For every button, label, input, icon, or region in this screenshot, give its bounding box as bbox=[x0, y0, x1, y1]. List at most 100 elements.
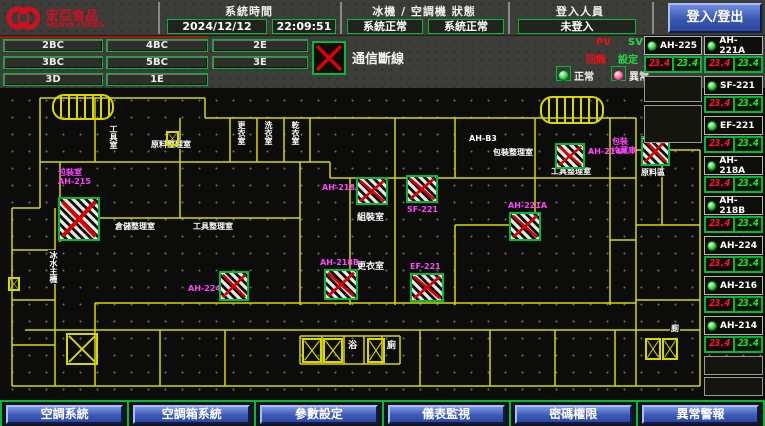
room-label: 工具整理室 bbox=[192, 222, 234, 231]
unit-name-label: AH-218B bbox=[719, 196, 760, 216]
map-unit-label: AH-218B bbox=[320, 258, 359, 267]
comm-fail-legend-box bbox=[312, 41, 346, 75]
machine-status-title: 冰機 / 空調機 狀態 bbox=[342, 3, 506, 19]
nav-button-ahu-system[interactable]: 空調箱系統 bbox=[133, 405, 250, 424]
floor-button-1e[interactable]: 1E bbox=[106, 73, 208, 86]
system-clock-value: 22:09:51 bbox=[272, 19, 336, 34]
map-unit-label: AH-224 bbox=[188, 284, 221, 293]
nav-button-meter-monitor[interactable]: 儀表監視 bbox=[388, 405, 505, 424]
unit-panel-sf-221[interactable]: SF-221 bbox=[704, 76, 763, 95]
elevator-box bbox=[323, 338, 343, 363]
sv-value: 23.4 bbox=[735, 178, 762, 191]
unit-led-icon bbox=[707, 41, 716, 51]
comm-fail-unit-box[interactable] bbox=[555, 143, 585, 169]
room-label: 原料區 bbox=[640, 168, 666, 177]
unit-values-sf-221: 23.4 23.4 bbox=[704, 96, 763, 113]
comm-fail-unit-box[interactable] bbox=[324, 269, 358, 300]
unit-panel-ah-218a[interactable]: AH-218A bbox=[704, 156, 763, 175]
unit-panel-ah-221a[interactable]: AH-221A bbox=[704, 36, 763, 55]
elevator-box bbox=[662, 338, 678, 360]
comm-fail-unit-box[interactable] bbox=[406, 175, 438, 203]
unit-name-label: AH-216 bbox=[720, 281, 757, 291]
room-label: 洗衣室 bbox=[263, 120, 273, 146]
comm-fail-unit-box[interactable] bbox=[58, 197, 100, 241]
unit-name-label: EF-221 bbox=[720, 121, 755, 131]
unit-values-ah-225: 23.4 23.4 bbox=[644, 56, 702, 73]
nav-button-parameter-settings[interactable]: 參數設定 bbox=[260, 405, 377, 424]
elevator-box bbox=[8, 277, 20, 291]
sv-value: 23.4 bbox=[735, 58, 762, 71]
nav-button-abnormal-alarm[interactable]: 異常警報 bbox=[642, 405, 759, 424]
unit-values-ah-218b: 23.4 23.4 bbox=[704, 216, 763, 233]
pv-value: 23.4 bbox=[706, 298, 735, 311]
stairs-icon bbox=[52, 94, 114, 120]
comm-fail-unit-box[interactable] bbox=[219, 271, 249, 301]
room-label: 更衣室 bbox=[236, 120, 246, 146]
chiller-status-value: 系統正常 bbox=[347, 19, 423, 34]
floor-button-3d[interactable]: 3D bbox=[3, 73, 103, 86]
abnormal-led-icon bbox=[613, 70, 624, 81]
nav-button-ac-system[interactable]: 空調系統 bbox=[6, 405, 123, 424]
elevator-box bbox=[645, 338, 661, 360]
room-label: 包裝整理室 bbox=[492, 148, 534, 157]
map-unit-label: SF-221 bbox=[407, 205, 438, 214]
unit-panel-ah-218b[interactable]: AH-218B bbox=[704, 196, 763, 215]
nav-button-password-permission[interactable]: 密碼權限 bbox=[515, 405, 632, 424]
sv-value: 23.4 bbox=[735, 98, 762, 111]
unit-values-ah-221a: 23.4 23.4 bbox=[704, 56, 763, 73]
nav-cell: 異常警報 bbox=[638, 402, 765, 426]
brand-name-en: HUNYA FOODS bbox=[47, 21, 104, 29]
floor-button-3e[interactable]: 3E bbox=[212, 56, 308, 69]
comm-fail-unit-box[interactable] bbox=[410, 273, 444, 302]
unit-panel-ef-221[interactable]: EF-221 bbox=[704, 116, 763, 135]
red-x-icon bbox=[314, 43, 344, 73]
system-date-value: 2024/12/12 bbox=[167, 19, 267, 34]
floor-button-2e[interactable]: 2E bbox=[212, 39, 308, 52]
unit-led-icon bbox=[707, 161, 716, 171]
ac-status-value: 系統正常 bbox=[428, 19, 504, 34]
room-label: 浴 bbox=[347, 342, 358, 351]
pv-value: 23.4 bbox=[646, 58, 674, 71]
red-x-icon bbox=[358, 179, 386, 203]
login-user-title: 登入人員 bbox=[510, 3, 650, 19]
unit-panel-ah-224[interactable]: AH-224 bbox=[704, 236, 763, 255]
unit-name-label: AH-225 bbox=[660, 41, 697, 51]
unit-led-icon bbox=[707, 321, 717, 331]
red-x-icon bbox=[408, 177, 436, 201]
setpoint-label: 設定 bbox=[618, 51, 638, 66]
elevator-box bbox=[66, 333, 98, 365]
comm-fail-unit-box[interactable] bbox=[509, 212, 541, 241]
red-x-icon bbox=[412, 275, 442, 300]
unit-panel-ah-225[interactable]: AH-225 bbox=[644, 36, 702, 55]
unit-values-ah-224: 23.4 23.4 bbox=[704, 256, 763, 273]
nav-cell: 密碼權限 bbox=[511, 402, 638, 426]
unit-panel-ah-214[interactable]: AH-214 bbox=[704, 316, 763, 335]
empty-unit-slot bbox=[644, 105, 702, 143]
room-label: 乾衣室 bbox=[290, 120, 300, 146]
nav-cell: 儀表監視 bbox=[384, 402, 511, 426]
hmi-screen: 宏亞食品 HUNYA FOODS 系統時間 2024/12/12 22:09:5… bbox=[0, 0, 765, 426]
unit-name-label: AH-214 bbox=[720, 321, 757, 331]
floor-button-2bc[interactable]: 2BC bbox=[3, 39, 103, 52]
nav-cell: 空調系統 bbox=[0, 402, 129, 426]
red-x-icon bbox=[60, 199, 98, 239]
floor-button-5bc[interactable]: 5BC bbox=[106, 56, 208, 69]
header-bar: 宏亞食品 HUNYA FOODS 系統時間 2024/12/12 22:09:5… bbox=[0, 0, 765, 36]
comm-fail-unit-box[interactable] bbox=[356, 177, 388, 205]
pv-value: 23.4 bbox=[706, 58, 735, 71]
empty-unit-slot bbox=[644, 76, 702, 102]
floor-button-3bc[interactable]: 3BC bbox=[3, 56, 103, 69]
unit-led-icon bbox=[647, 41, 657, 51]
login-user-value: 未登入 bbox=[518, 19, 636, 34]
floor-button-4bc[interactable]: 4BC bbox=[106, 39, 208, 52]
unit-values-ah-216: 23.4 23.4 bbox=[704, 296, 763, 313]
empty-unit-slot bbox=[704, 377, 763, 396]
elevator-box bbox=[367, 338, 385, 363]
unit-led-icon bbox=[707, 81, 717, 91]
unit-panel-ah-216[interactable]: AH-216 bbox=[704, 276, 763, 295]
nav-cell: 空調箱系統 bbox=[129, 402, 256, 426]
sv-value: 23.4 bbox=[735, 218, 762, 231]
login-logout-button[interactable]: 登入/登出 bbox=[668, 3, 762, 33]
empty-unit-slot bbox=[704, 356, 763, 375]
header-divider bbox=[652, 2, 654, 34]
